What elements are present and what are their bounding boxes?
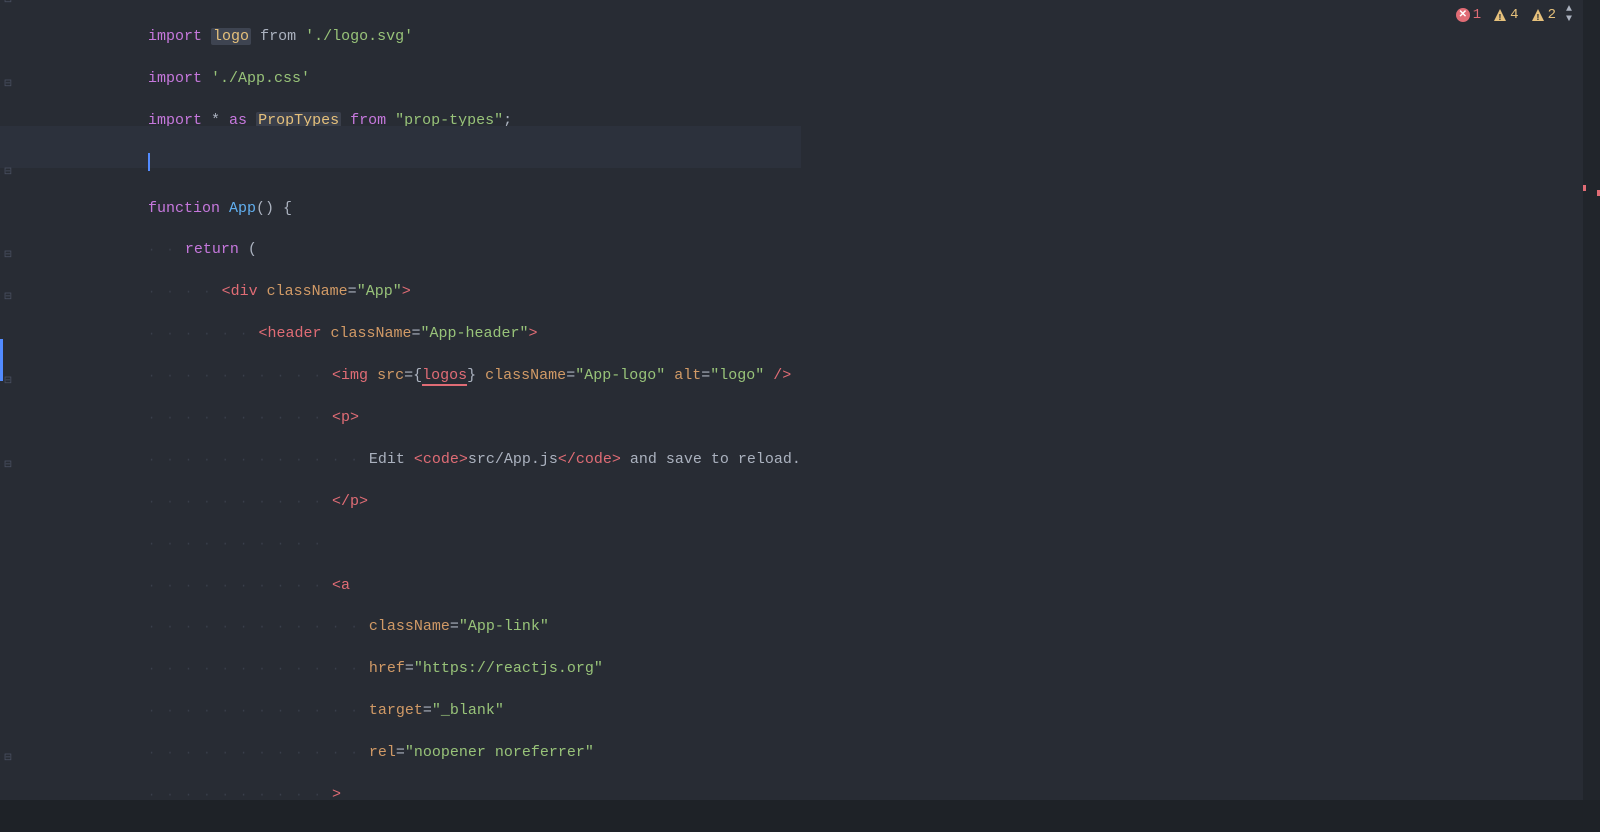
- navigation-arrows[interactable]: ▲ ▼: [1566, 5, 1572, 25]
- line-11: · · · · · · · · · · · · Edit <code>src/A…: [0, 423, 801, 465]
- fold-icon-5[interactable]: ⊟: [2, 166, 14, 178]
- line-15: · · · · · · · · · · · · className="App-l…: [0, 590, 801, 632]
- error-count: 1: [1473, 7, 1481, 23]
- fold-icon-3[interactable]: ⊟: [2, 78, 14, 90]
- svg-text:!: !: [1535, 13, 1540, 22]
- code-editor-lines: ⊟ import logo from './logo.svg' import '…: [0, 0, 801, 800]
- line-19: ⊟ · · · · · · · · · · >: [0, 758, 801, 800]
- fold-icon-10[interactable]: ⊟: [2, 375, 14, 387]
- fold-icon-8[interactable]: ⊟: [2, 291, 14, 303]
- line-17: · · · · · · · · · · · · target="_blank": [0, 674, 801, 716]
- warning-indicator-1[interactable]: ! 4: [1493, 7, 1518, 23]
- line-10: ⊟ · · · · · · · · · · <p>: [0, 381, 801, 423]
- diagnostics-bar[interactable]: ✕ 1 ! 4 ! 2 ▲ ▼: [1448, 0, 1580, 30]
- line-5: ⊟ function App() {: [0, 172, 801, 214]
- line-12: ⊟ · · · · · · · · · · </p>: [0, 465, 801, 507]
- editor: ✕ 1 ! 4 ! 2 ▲ ▼ ⊟: [0, 0, 1600, 800]
- warning-count-1: 4: [1510, 7, 1518, 23]
- text-cursor: [148, 153, 150, 171]
- line-1: ⊟ import logo from './logo.svg': [0, 0, 801, 42]
- warning-triangle-icon: !: [1493, 8, 1507, 22]
- fold-icon-1[interactable]: ⊟: [2, 0, 14, 6]
- error-icon: ✕: [1456, 8, 1470, 22]
- fold-icon-12[interactable]: ⊟: [2, 459, 14, 471]
- line-3: ⊟ import * as PropTypes from "prop-types…: [0, 84, 801, 126]
- fold-icon-7[interactable]: ⊟: [2, 249, 14, 261]
- fold-icon-19[interactable]: ⊟: [2, 752, 14, 764]
- scrollbar-area: [1586, 0, 1600, 800]
- error-indicator[interactable]: ✕ 1: [1456, 7, 1481, 23]
- svg-text:!: !: [1497, 13, 1502, 22]
- warning-indicator-2[interactable]: ! 2: [1531, 7, 1556, 23]
- line-6: · · return (: [0, 213, 801, 255]
- line-7: ⊟ · · · · <div className="App">: [0, 255, 801, 297]
- line-2: import './App.css': [0, 42, 801, 84]
- line-16: · · · · · · · · · · · · href="https://re…: [0, 632, 801, 674]
- token-a-close: >: [332, 786, 341, 803]
- nav-down-arrow[interactable]: ▼: [1566, 15, 1572, 25]
- line-18: · · · · · · · · · · · · rel="noopener no…: [0, 716, 801, 758]
- line-14: · · · · · · · · · · <a: [0, 549, 801, 591]
- line-content-19: · · · · · · · · · · >: [58, 758, 801, 832]
- warning-triangle-icon-2: !: [1531, 8, 1545, 22]
- line-8: ⊟ · · · · · · <header className="App-hea…: [0, 297, 801, 339]
- line-13: · · · · · · · · · ·: [0, 507, 801, 549]
- warning-count-2: 2: [1548, 7, 1556, 23]
- dots-19: · · · · · · · · · ·: [148, 784, 332, 806]
- line-4: [0, 126, 801, 168]
- line-9: · · · · · · · · · · <img src={logos} cla…: [0, 339, 801, 381]
